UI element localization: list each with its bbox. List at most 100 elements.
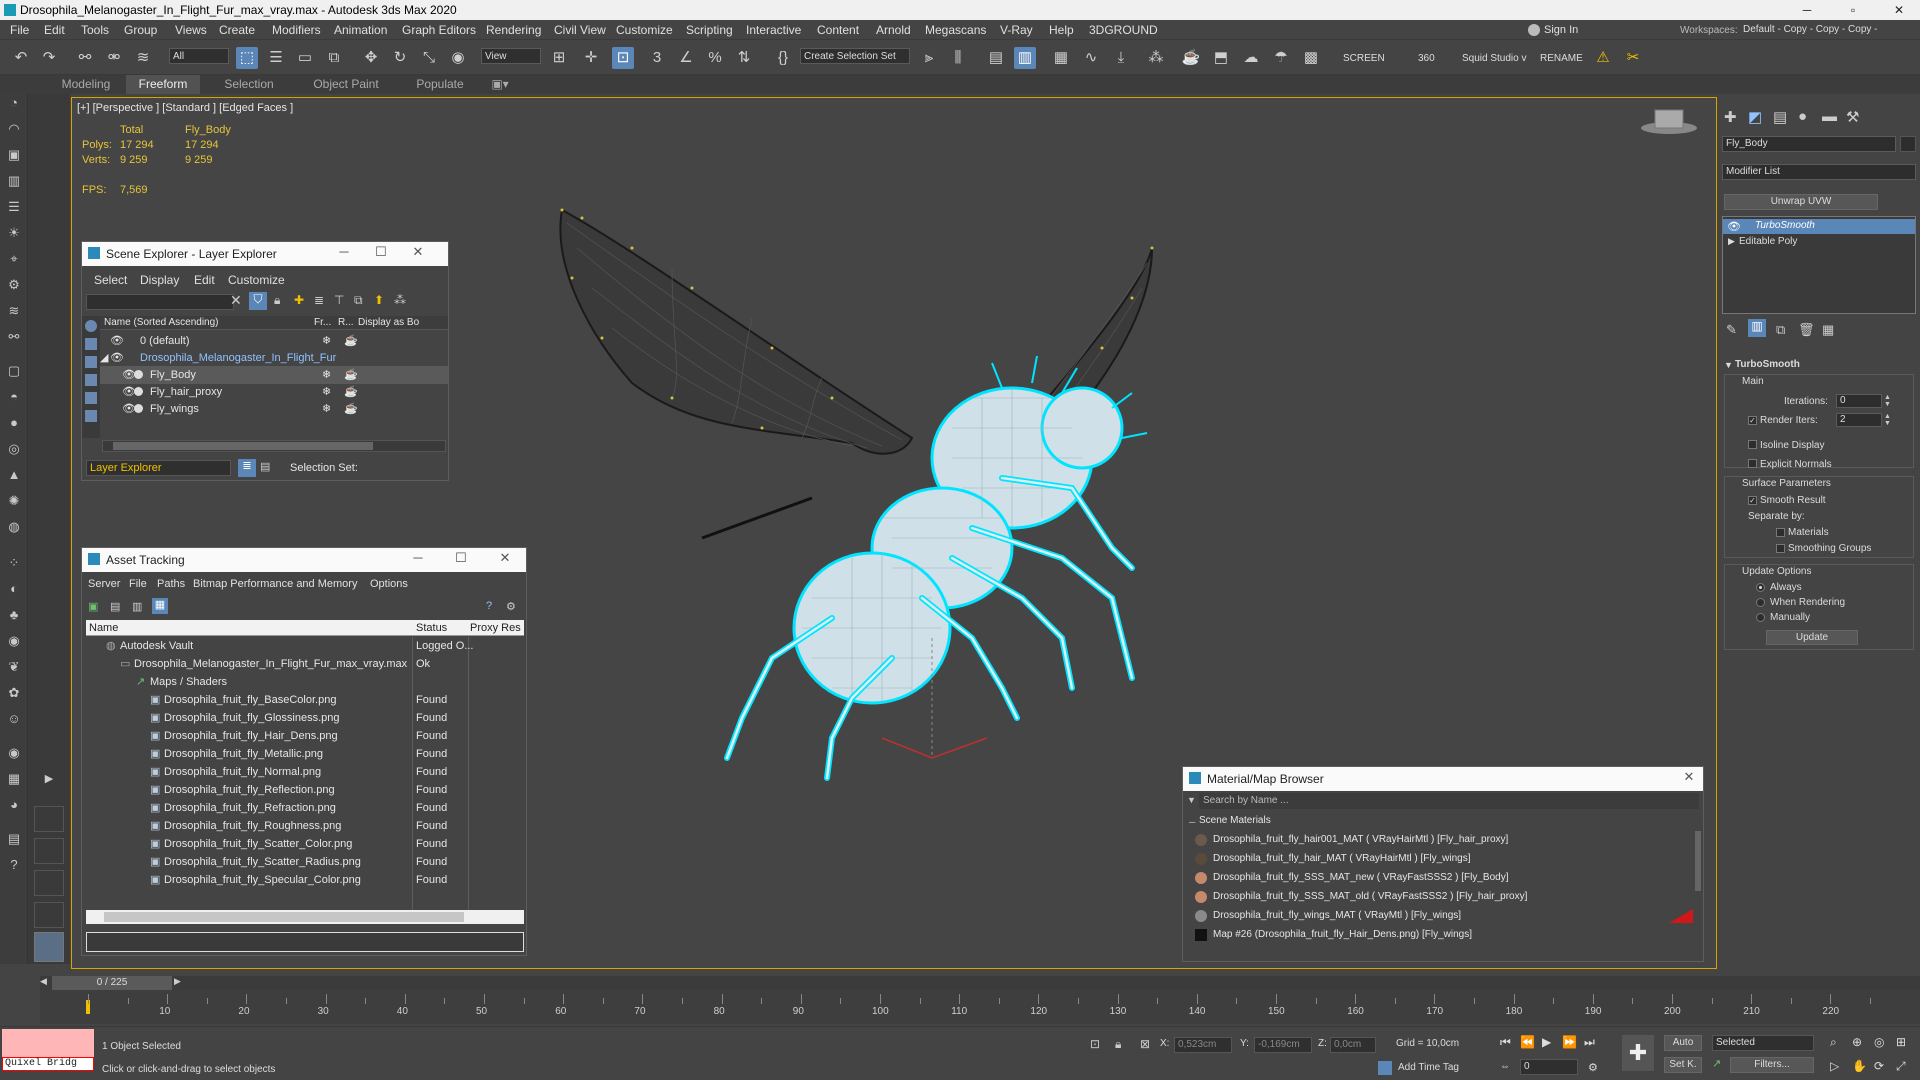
at-row[interactable]: ▣ Drosophila_fruit_fly_BaseColor.png Fou… xyxy=(86,691,524,709)
selection-lock-icon[interactable]: 🔒︎ xyxy=(1115,1037,1121,1052)
cone-icon[interactable]: ▲ xyxy=(5,466,23,484)
se-add-layer-icon[interactable]: ✚ xyxy=(294,293,304,307)
quixel-bridge-panel[interactable] xyxy=(2,1029,94,1059)
menu-customize[interactable]: Customize xyxy=(616,23,673,37)
at-menu-server[interactable]: Server xyxy=(88,578,120,590)
ribbon-options-icon[interactable]: ▣▾ xyxy=(488,75,512,94)
asset-tracking-maximize[interactable]: ☐ xyxy=(449,550,473,566)
se-shapes-filter-icon[interactable] xyxy=(85,338,97,350)
menu-modifiers[interactable]: Modifiers xyxy=(272,23,321,37)
teapot-icon[interactable]: ☕ xyxy=(344,332,358,350)
zoom-all-icon[interactable]: ⊕ xyxy=(1852,1035,1862,1049)
quixel-bridge-label[interactable]: Quixel Bridg xyxy=(2,1057,94,1071)
next-frame-arrow-icon[interactable]: ▶ xyxy=(174,976,184,990)
freeze-icon[interactable]: ❄ xyxy=(322,366,331,384)
manually-radio[interactable] xyxy=(1756,613,1765,622)
menu-file[interactable]: File xyxy=(10,23,29,37)
object-color-swatch[interactable] xyxy=(1900,136,1916,152)
se-col-renderable[interactable]: R... xyxy=(338,317,354,328)
at-row[interactable]: ↗ Maps / Shaders xyxy=(86,673,524,691)
scene-explorer-icon[interactable]: ▦ xyxy=(1050,47,1072,69)
menu-civil-view[interactable]: Civil View xyxy=(554,23,606,37)
se-menu-edit[interactable]: Edit xyxy=(194,273,215,287)
z-coordinate-field[interactable]: 0,0cm xyxy=(1330,1037,1376,1053)
goto-start-icon[interactable]: ⏮ xyxy=(1500,1035,1511,1050)
at-row[interactable]: ▣ Drosophila_fruit_fly_Specular_Color.pn… xyxy=(86,871,524,889)
curve-editor-icon[interactable]: ∿ xyxy=(1080,47,1102,69)
se-col-frozen[interactable]: Fr... xyxy=(314,317,331,328)
object-name-field[interactable]: Fly_Body xyxy=(1722,136,1896,152)
absolute-mode-icon[interactable]: ⊠ xyxy=(1140,1037,1150,1051)
workspaces-dropdown[interactable]: Default - Copy - Copy - Copy - Copy xyxy=(1740,22,1900,51)
window-crossing-icon[interactable]: ⧉ xyxy=(323,47,345,69)
menu-views[interactable]: Views xyxy=(175,23,207,37)
at-col-status[interactable]: Status xyxy=(416,622,447,634)
at-col-name[interactable]: Name xyxy=(89,622,118,634)
remove-modifier-icon[interactable]: 🗑︎ xyxy=(1798,322,1815,338)
field-of-view-icon[interactable]: ▷ xyxy=(1830,1059,1839,1073)
at-row[interactable]: ▣ Drosophila_fruit_fly_Metallic.png Foun… xyxy=(86,745,524,763)
scene-explorer-minimize[interactable]: ─ xyxy=(332,244,356,259)
stack-item-editable-poly[interactable]: ▶ Editable Poly xyxy=(1723,235,1915,250)
tab-populate[interactable]: Populate xyxy=(405,75,475,94)
material-browser-close[interactable]: ✕ xyxy=(1677,769,1701,785)
se-col-display-as-box[interactable]: Display as Bo xyxy=(358,317,419,328)
track-bar[interactable]: 10 20 30 40 50 60 70 80 90 100 110 120 130 140 150 160 1… xyxy=(40,990,1920,1024)
set-key-big-icon[interactable]: ✚ xyxy=(1622,1035,1654,1071)
bind-space-warp-icon[interactable]: ≋ xyxy=(132,47,154,69)
menu-arnold[interactable]: Arnold xyxy=(876,23,911,37)
render-setup-icon[interactable]: ☕ xyxy=(1180,47,1202,69)
render-iterative-icon[interactable]: ☂ xyxy=(1270,47,1292,69)
at-scroll-thumb[interactable] xyxy=(104,912,464,922)
material-item[interactable]: Drosophila_fruit_fly_SSS_MAT_old ( VRayF… xyxy=(1193,888,1693,906)
freeze-icon[interactable]: ❄ xyxy=(322,383,331,401)
globe-icon[interactable]: ◉ xyxy=(5,632,23,650)
close-button[interactable]: ✕ xyxy=(1876,0,1920,20)
reference-coordinate-dropdown[interactable]: View xyxy=(481,48,541,64)
rotate-icon[interactable]: ↻ xyxy=(389,47,411,69)
rendered-frame-window-icon[interactable]: ⬒ xyxy=(1210,47,1232,69)
material-item[interactable]: Drosophila_fruit_fly_wings_MAT ( VRayMtl… xyxy=(1193,907,1693,925)
maximize-viewport-icon[interactable]: ⤢ xyxy=(1896,1059,1906,1074)
at-refresh-icon[interactable]: ▣ xyxy=(88,600,98,613)
set-key-button[interactable]: Set K. xyxy=(1664,1057,1702,1073)
link-icon[interactable]: ⚯ xyxy=(74,47,96,69)
update-button[interactable]: Update xyxy=(1766,630,1858,645)
se-options-icon[interactable]: ⁂ xyxy=(394,293,406,307)
unlink-icon[interactable]: ⚮ xyxy=(103,47,125,69)
at-row[interactable]: ▣ Drosophila_fruit_fly_Glossiness.png Fo… xyxy=(86,709,524,727)
pin-stack-icon[interactable]: ✎ xyxy=(1726,322,1737,338)
se-scroll-thumb[interactable] xyxy=(113,442,373,450)
sun-icon[interactable]: ✺ xyxy=(5,492,23,510)
helper-icon[interactable]: ⚙ xyxy=(5,276,23,294)
screen-label[interactable]: SCREEN xyxy=(1343,53,1385,64)
orbit-icon[interactable]: ⟳ xyxy=(1874,1059,1884,1073)
se-clear-icon[interactable]: ✕ xyxy=(230,292,242,309)
render-iters-checkbox[interactable]: ✓ xyxy=(1748,416,1757,425)
se-lights-filter-icon[interactable] xyxy=(85,356,97,368)
material-item[interactable]: Drosophila_fruit_fly_hair_MAT ( VRayHair… xyxy=(1193,850,1693,868)
menu-scripting[interactable]: Scripting xyxy=(686,23,733,37)
menu-vray[interactable]: V-Ray xyxy=(1000,23,1033,37)
render-iters-spinner[interactable]: 2 xyxy=(1836,413,1882,427)
layout-split-icon[interactable] xyxy=(34,838,64,864)
at-row[interactable]: ▣ Drosophila_fruit_fly_Roughness.png Fou… xyxy=(86,817,524,835)
iterations-spinner[interactable]: 0 xyxy=(1836,394,1882,408)
material-item[interactable]: Drosophila_fruit_fly_hair001_MAT ( VRayH… xyxy=(1193,831,1693,849)
modify-tab-icon[interactable]: ◩ xyxy=(1748,108,1762,126)
qr-icon[interactable]: ▩ xyxy=(1300,47,1322,69)
asset-tracking-close[interactable]: ✕ xyxy=(493,550,517,566)
at-row[interactable]: ▣ Drosophila_fruit_fly_Scatter_Color.png… xyxy=(86,835,524,853)
se-menu-customize[interactable]: Customize xyxy=(228,273,285,287)
zoom-extents-icon[interactable]: ◎ xyxy=(1874,1035,1884,1049)
menu-content[interactable]: Content xyxy=(817,23,859,37)
leaf-icon[interactable]: ❦ xyxy=(5,658,23,676)
material-browser-header[interactable]: Material/Map Browser ✕ xyxy=(1183,767,1703,791)
configure-sets-icon[interactable]: ▦ xyxy=(1822,322,1834,338)
isoline-display-checkbox[interactable] xyxy=(1748,440,1757,449)
se-row-fly-layer[interactable]: ◢ 👁︎ Drosophila_Melanogaster_In_Flight_F… xyxy=(100,349,448,367)
se-col-name[interactable]: Name (Sorted Ascending) xyxy=(104,317,219,328)
at-col-proxy-res[interactable]: Proxy Res xyxy=(470,622,521,634)
layout-quad-icon[interactable] xyxy=(34,806,64,832)
menu-megascans[interactable]: Megascans xyxy=(925,23,986,37)
